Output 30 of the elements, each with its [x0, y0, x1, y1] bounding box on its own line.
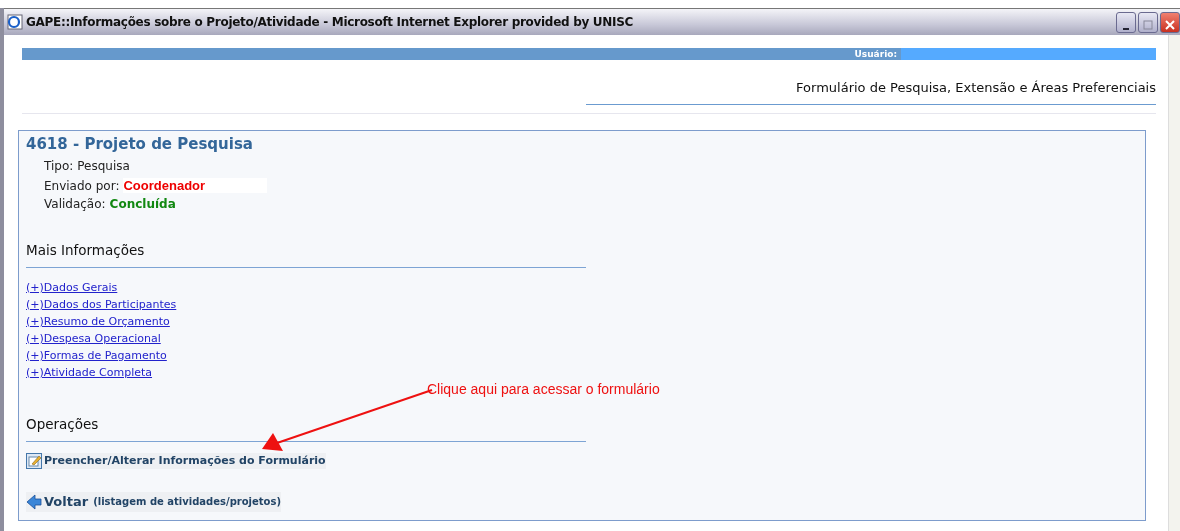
info-link[interactable]: (+)Formas de Pagamento — [26, 348, 167, 362]
maximize-button[interactable] — [1138, 11, 1158, 33]
field-label: Tipo: — [44, 158, 74, 173]
info-link[interactable]: (+)Dados dos Participantes — [26, 297, 177, 311]
close-icon — [1164, 19, 1176, 31]
info-link[interactable]: (+)Dados Gerais — [26, 280, 118, 294]
section-heading: Mais Informações — [26, 239, 586, 268]
page-heading: Formulário de Pesquisa, Extensão e Áreas Preferenciais — [586, 60, 1156, 105]
section-heading: Operações — [26, 413, 586, 442]
edit-icon — [26, 453, 42, 469]
field-label: Validação: — [44, 196, 106, 211]
info-link[interactable]: (+)Despesa Operacional — [26, 331, 161, 345]
field-value: Coordenador — [123, 177, 268, 193]
annotation-text: Clique aqui para acessar o formulário — [427, 379, 660, 399]
info-link[interactable]: (+)Atividade Completa — [26, 365, 153, 379]
info-link[interactable]: (+)Resumo de Orçamento — [26, 314, 170, 328]
field-value: Concluída — [109, 196, 176, 211]
minimize-icon — [1123, 28, 1129, 30]
window-title: GAPE::Informações sobre o Projeto/Atividade - Microsoft Internet Explorer provided by UNISC — [26, 14, 634, 31]
back-arrow-icon — [26, 493, 42, 510]
fill-form-link[interactable]: Preencher/Alterar Informações do Formulário — [26, 452, 326, 470]
field-value: Pesquisa — [77, 158, 130, 173]
project-title: 4618 - Projeto de Pesquisa — [26, 134, 254, 153]
close-button[interactable] — [1160, 11, 1180, 33]
back-link[interactable]: Voltar (listagem de atividades/projetos) — [26, 492, 281, 512]
user-label: Usuário: — [854, 48, 898, 60]
browser-icon — [7, 14, 23, 30]
field-label: Enviado por: — [44, 178, 120, 193]
minimize-button[interactable] — [1116, 11, 1136, 33]
maximize-icon — [1143, 20, 1153, 30]
